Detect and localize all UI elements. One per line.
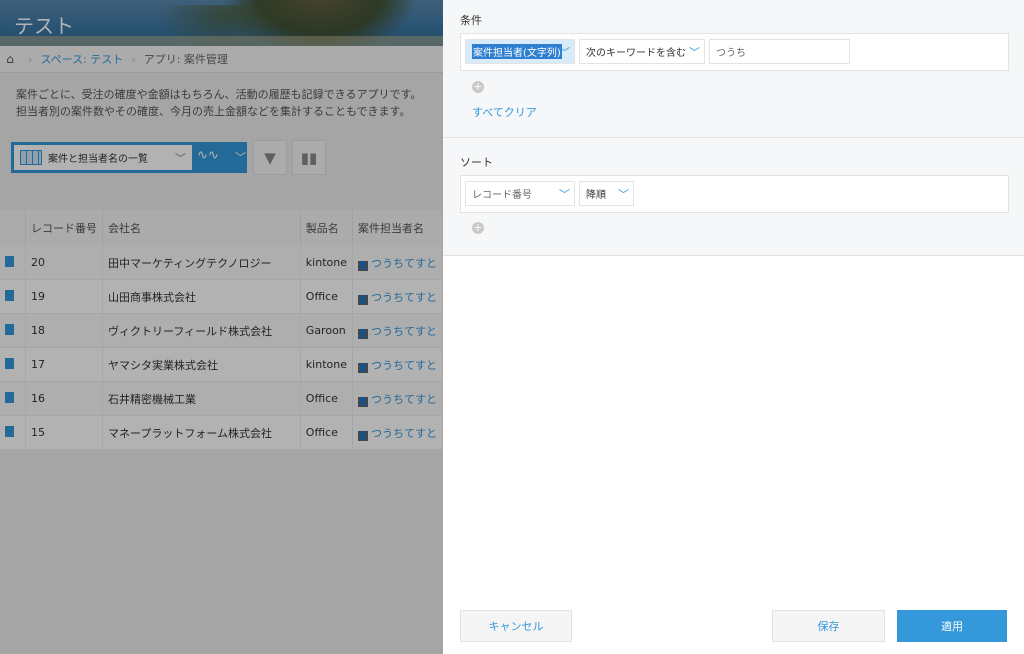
add-sort-icon[interactable]: + [472, 222, 484, 234]
sort-field-value: レコード番号 [472, 190, 532, 201]
condition-field-value: 案件担当者(文字列) [472, 44, 562, 59]
chevron-down-icon: ﹀ [559, 46, 570, 59]
condition-keyword-input[interactable] [709, 39, 850, 64]
sort-row: レコード番号 ﹀ 降順 ﹀ [460, 175, 1009, 213]
save-button[interactable]: 保存 [772, 610, 885, 642]
sort-field-select[interactable]: レコード番号 ﹀ [465, 181, 575, 206]
apply-button[interactable]: 適用 [897, 610, 1007, 642]
chevron-down-icon: ﹀ [689, 46, 700, 59]
condition-row: 案件担当者(文字列) ﹀ 次のキーワードを含む ﹀ [460, 33, 1009, 71]
filter-panel: 条件 案件担当者(文字列) ﹀ 次のキーワードを含む ﹀ + すべてクリア ソー… [443, 0, 1024, 654]
clear-all-link[interactable]: すべてクリア [472, 104, 537, 120]
sort-section: ソート レコード番号 ﹀ 降順 ﹀ + [443, 138, 1024, 256]
condition-title: 条件 [460, 14, 482, 27]
sort-order-value: 降順 [586, 190, 606, 201]
condition-operator-select[interactable]: 次のキーワードを含む ﹀ [579, 39, 705, 64]
add-condition-icon[interactable]: + [472, 81, 484, 93]
modal-backdrop[interactable] [0, 0, 443, 654]
condition-operator-value: 次のキーワードを含む [586, 48, 686, 59]
sort-order-select[interactable]: 降順 ﹀ [579, 181, 634, 206]
chevron-down-icon: ﹀ [559, 188, 570, 201]
cancel-button[interactable]: キャンセル [460, 610, 572, 642]
chevron-down-icon: ﹀ [618, 188, 629, 201]
sort-title: ソート [460, 156, 493, 169]
condition-section: 条件 案件担当者(文字列) ﹀ 次のキーワードを含む ﹀ + すべてクリア [443, 0, 1024, 138]
condition-field-select[interactable]: 案件担当者(文字列) ﹀ [465, 39, 575, 64]
